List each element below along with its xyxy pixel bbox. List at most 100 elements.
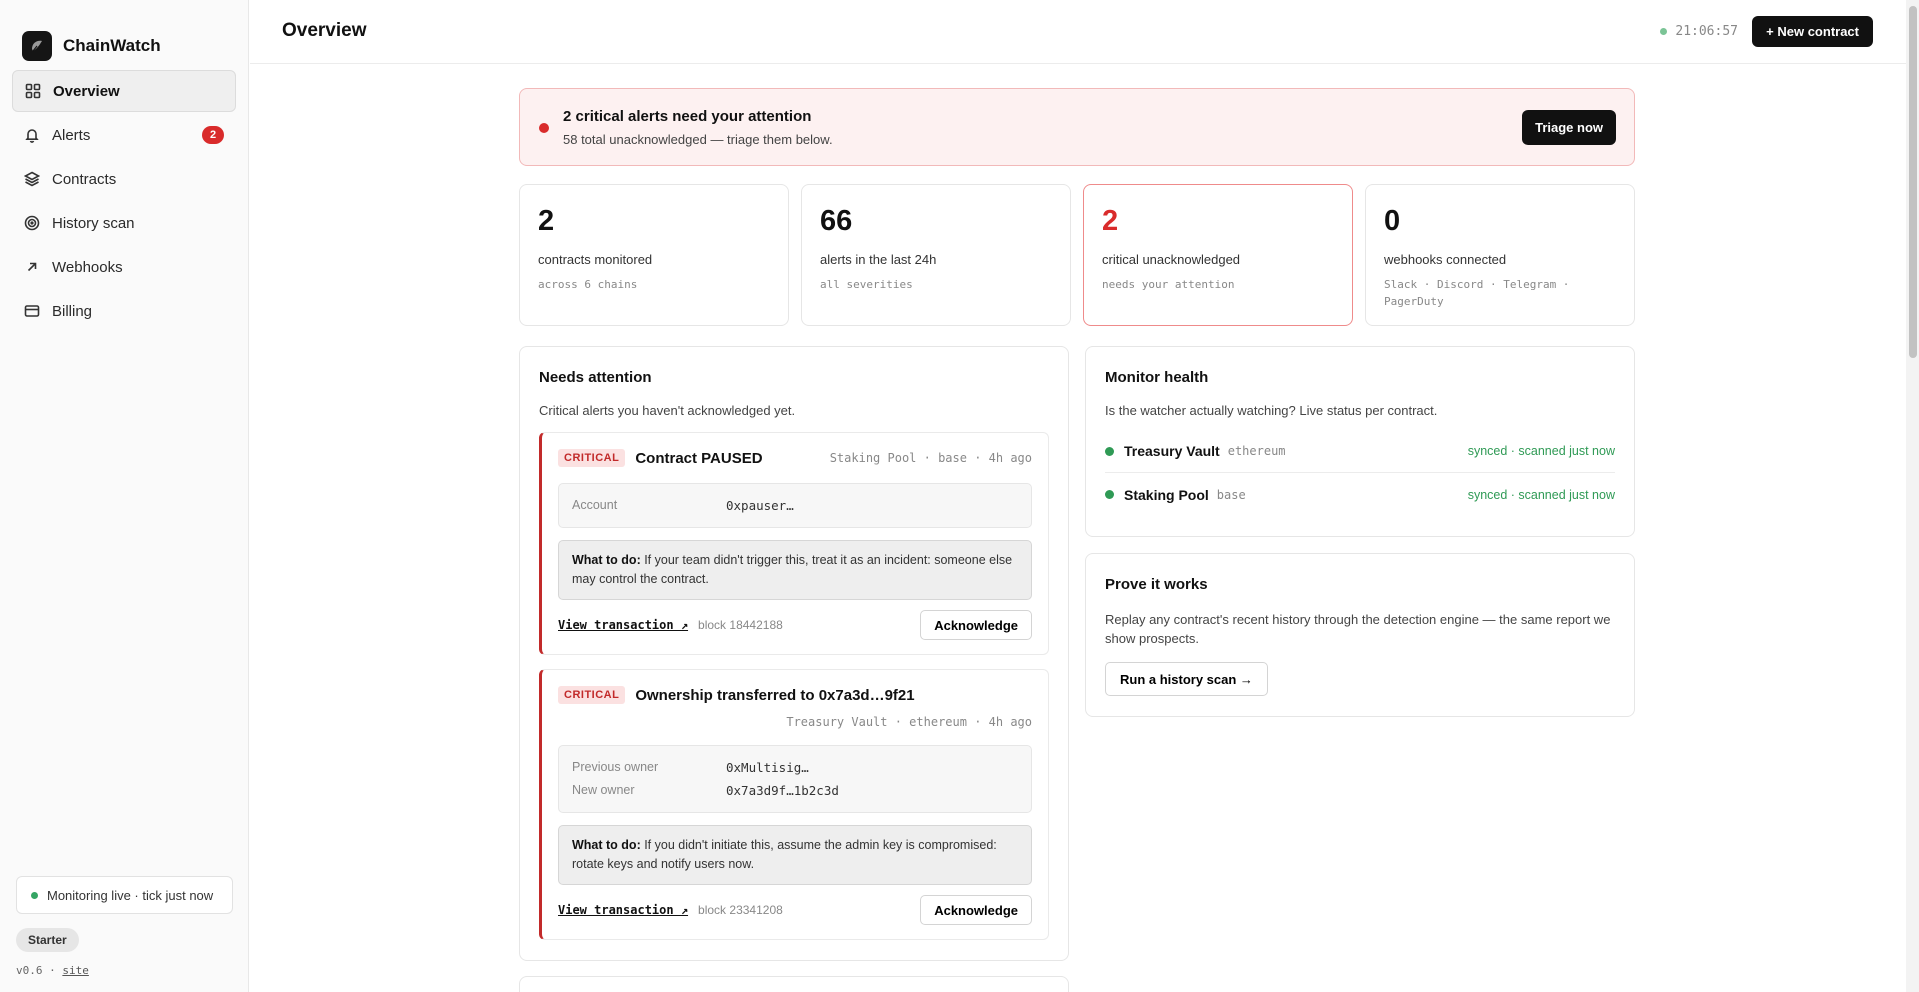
- sidebar-item-alerts[interactable]: Alerts 2: [12, 114, 236, 156]
- detail-value: 0xMultisig…: [726, 760, 809, 775]
- stat-sub: across 6 chains: [538, 278, 638, 291]
- alert-item: CRITICAL Contract PAUSED Staking Pool · …: [539, 432, 1049, 655]
- monitoring-status: Monitoring live · tick just now: [16, 876, 233, 914]
- card-icon: [24, 305, 40, 317]
- banner-subtitle: 58 total unacknowledged — triage them be…: [563, 132, 833, 147]
- layers-icon: [24, 171, 40, 187]
- alert-title: Contract PAUSED: [635, 449, 763, 467]
- live-clock: 21:06:57: [1660, 24, 1738, 39]
- alert-details: Account 0xpauser…: [558, 483, 1032, 528]
- new-contract-button[interactable]: + New contract: [1752, 16, 1873, 47]
- top-header: Overview 21:06:57 + New contract: [250, 0, 1919, 64]
- clock-dot-icon: [1660, 28, 1668, 35]
- run-history-scan-button[interactable]: Run a history scan →: [1105, 662, 1268, 696]
- contract-name: Treasury Vault: [1124, 443, 1220, 459]
- sidebar-footer: Monitoring live · tick just now Starter …: [16, 876, 233, 992]
- next-card-partial: [519, 976, 1069, 992]
- detail-value: 0x7a3d9f…1b2c3d: [726, 783, 839, 798]
- sidebar-item-webhooks[interactable]: Webhooks: [12, 246, 236, 288]
- sidebar-item-label: Contracts: [52, 170, 117, 188]
- todo-label: What to do:: [572, 838, 641, 852]
- site-link[interactable]: site: [62, 964, 89, 977]
- severity-badge: CRITICAL: [558, 686, 626, 704]
- block-number: block 23341208: [698, 903, 783, 917]
- sidebar-item-label: History scan: [52, 214, 135, 232]
- banner-title: 2 critical alerts need your attention: [563, 108, 812, 125]
- version-info: v0.6 · site: [16, 964, 89, 977]
- stat-label: critical unacknowledged: [1102, 252, 1241, 267]
- contract-name: Staking Pool: [1124, 486, 1209, 503]
- sidebar-item-label: Billing: [52, 302, 93, 320]
- clock-time: 21:06:57: [1675, 24, 1738, 39]
- sidebar-item-contracts[interactable]: Contracts: [12, 158, 236, 200]
- scrollbar-thumb[interactable]: [1909, 6, 1917, 358]
- prove-it-works-card: Prove it works Replay any contract's rec…: [1085, 553, 1635, 717]
- content-columns: Needs attention Critical alerts you have…: [519, 346, 1635, 961]
- stat-sub: Slack · Discord · Telegram · PagerDuty: [1384, 278, 1570, 308]
- alert-meta: Treasury Vault · ethereum · 4h ago: [786, 715, 1032, 729]
- card-title: Needs attention: [539, 369, 652, 386]
- block-number: block 18442188: [698, 618, 783, 632]
- sidebar-item-billing[interactable]: Billing: [12, 290, 236, 332]
- sidebar-item-label: Overview: [53, 82, 120, 100]
- brand[interactable]: ChainWatch: [0, 0, 248, 70]
- main-content: 2 critical alerts need your attention 58…: [519, 88, 1635, 961]
- what-to-do-box: What to do: If your team didn't trigger …: [558, 540, 1032, 600]
- chainwatch-logo-icon: [22, 31, 52, 61]
- triage-now-button[interactable]: Triage now: [1522, 110, 1616, 145]
- alert-meta: Staking Pool · base · 4h ago: [829, 451, 1032, 465]
- stat-value: 66: [820, 205, 853, 237]
- view-transaction-link[interactable]: View transaction ↗: [558, 618, 688, 632]
- stat-label: webhooks connected: [1384, 252, 1507, 267]
- stats-row: 2 contracts monitored across 6 chains 66…: [519, 184, 1635, 326]
- alert-title: Ownership transferred to 0x7a3d…9f21: [635, 686, 915, 704]
- stat-card-alerts: 66 alerts in the last 24h all severities: [801, 184, 1071, 326]
- detail-key: Account: [572, 498, 618, 512]
- stat-value: 2: [1102, 205, 1119, 237]
- card-title: Monitor health: [1105, 369, 1209, 386]
- synced-dot-icon: [1105, 490, 1114, 499]
- arrow-up-right-icon: [27, 262, 37, 272]
- critical-alert-banner: 2 critical alerts need your attention 58…: [519, 88, 1635, 166]
- contract-chain: ethereum: [1227, 444, 1286, 458]
- plan-badge[interactable]: Starter: [16, 928, 79, 952]
- card-subtitle: Replay any contract's recent history thr…: [1105, 612, 1611, 646]
- sidebar-item-label: Alerts: [52, 126, 91, 144]
- stat-value: 2: [538, 205, 555, 237]
- view-transaction-link[interactable]: View transaction ↗: [558, 903, 688, 917]
- needs-attention-card: Needs attention Critical alerts you have…: [519, 346, 1069, 961]
- stat-label: alerts in the last 24h: [820, 252, 937, 267]
- acknowledge-button[interactable]: Acknowledge: [920, 895, 1032, 925]
- stat-value: 0: [1384, 205, 1401, 237]
- acknowledge-button[interactable]: Acknowledge: [920, 610, 1032, 640]
- stat-sub: needs your attention: [1102, 278, 1235, 291]
- target-icon: [24, 215, 40, 231]
- sync-status: synced · scanned just now: [1467, 444, 1615, 458]
- health-row[interactable]: Staking Pool base synced · scanned just …: [1105, 473, 1615, 516]
- synced-dot-icon: [1105, 446, 1114, 456]
- detail-key: New owner: [572, 783, 635, 797]
- health-list: Treasury Vault ethereum synced · scanned…: [1105, 430, 1615, 516]
- health-row[interactable]: Treasury Vault ethereum synced · scanned…: [1105, 430, 1615, 473]
- version-text: v0.6: [16, 964, 43, 977]
- sidebar-nav: Overview Alerts 2 Contracts History scan…: [0, 70, 248, 332]
- alert-item: CRITICAL Ownership transferred to 0x7a3d…: [539, 669, 1049, 940]
- alert-details: Previous owner 0xMultisig… New owner 0x7a3…: [558, 745, 1032, 813]
- todo-label: What to do:: [572, 553, 641, 567]
- stat-card-contracts: 2 contracts monitored across 6 chains: [519, 184, 789, 326]
- detail-key: Previous owner: [572, 760, 659, 774]
- sidebar-item-overview[interactable]: Overview: [12, 70, 236, 112]
- contract-chain: base: [1216, 487, 1246, 502]
- monitoring-status-text: Monitoring live · tick just now: [47, 887, 214, 903]
- monitor-health-card: Monitor health Is the watcher actually w…: [1085, 346, 1635, 537]
- stat-label: contracts monitored: [538, 252, 653, 267]
- page-scrollbar[interactable]: [1906, 0, 1919, 992]
- sidebar: ChainWatch Overview Alerts 2 Contracts H…: [0, 0, 249, 992]
- grid-icon: [25, 83, 41, 99]
- severity-badge: CRITICAL: [558, 449, 626, 467]
- alert-dot-icon: [539, 123, 549, 133]
- sidebar-item-history-scan[interactable]: History scan: [12, 202, 236, 244]
- sync-status: synced · scanned just now: [1467, 487, 1615, 502]
- stat-card-critical: 2 critical unacknowledged needs your att…: [1083, 184, 1353, 326]
- brand-name: ChainWatch: [63, 36, 161, 55]
